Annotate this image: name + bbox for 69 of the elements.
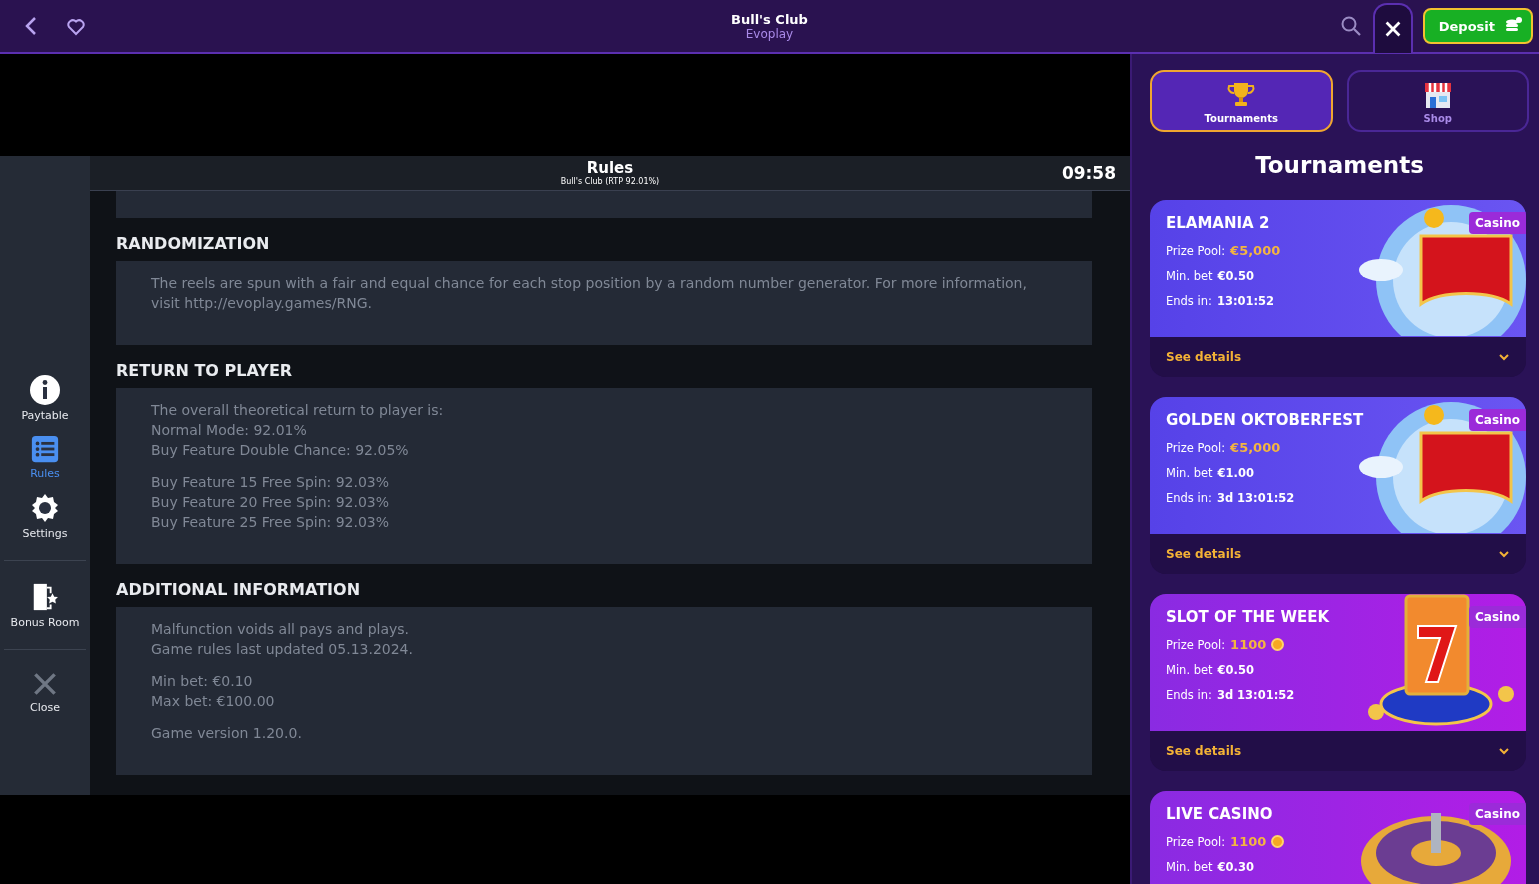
menu-item[interactable]: Rules [1, 428, 89, 486]
min-bet-value: €1.00 [1217, 466, 1254, 480]
casino-badge: Casino [1469, 409, 1526, 431]
clock-time: 09:58 [1061, 163, 1116, 183]
tournament-title: ELAMANIA 2 [1166, 214, 1270, 232]
rule-text: Buy Feature 20 Free Spin: 92.03% [151, 493, 391, 512]
provider-name: Evoplay [745, 26, 794, 41]
prize-value: €5,000 [1230, 243, 1281, 258]
menu-item[interactable]: Bonus Room [1, 575, 89, 635]
min-bet-label: Min. bet [1166, 663, 1213, 677]
chevron-down-icon [1498, 548, 1510, 560]
menu-item[interactable]: Paytable [1, 368, 89, 428]
section-heading: RETURN TO PLAYER [116, 361, 294, 380]
ends-label: Ends in: [1166, 688, 1212, 702]
min-bet-value: €0.50 [1217, 269, 1254, 283]
chevron-down-icon [1498, 745, 1510, 757]
prize-label: Prize Pool: [1166, 440, 1226, 455]
rule-text: Min bet: €0.10 [151, 672, 254, 691]
ends-value: 13:01:52 [1216, 294, 1275, 308]
prize-label: Prize Pool: [1166, 637, 1226, 652]
info-icon [29, 374, 61, 406]
casino-badge: Casino [1469, 803, 1526, 825]
prize-value: €5,000 [1230, 440, 1281, 455]
rule-text: Normal Mode: 92.01% [151, 421, 308, 440]
panel-tab[interactable]: Shop [1346, 70, 1529, 132]
rule-text: Max bet: €100.00 [151, 692, 276, 711]
min-bet-value: €0.50 [1217, 663, 1254, 677]
prize-value: 1100 [1230, 834, 1267, 849]
menu-item[interactable]: Settings [1, 486, 89, 546]
panel-tab[interactable]: Tournaments [1150, 70, 1333, 132]
chevron-down-icon [1498, 351, 1510, 363]
tournament-title: GOLDEN OKTOBERFEST [1166, 411, 1364, 429]
rules-title: Rules [586, 160, 634, 177]
ends-label: Ends in: [1166, 294, 1212, 308]
rule-text: Game rules last updated 05.13.2024. [151, 640, 414, 659]
tournament-card[interactable]: LIVE CASINO Prize Pool: 1100 Min. bet €0.30 Casino [1150, 791, 1526, 884]
game-title: Bull's Club [731, 11, 808, 27]
section-heading: ADDITIONAL INFORMATION [116, 580, 362, 599]
tournament-title: SLOT OF THE WEEK [1166, 608, 1330, 626]
close-icon [31, 670, 59, 698]
rule-text: Malfunction voids all pays and plays. [151, 620, 411, 639]
tournament-card[interactable]: ELAMANIA 2 Prize Pool: €5,000 Min. bet €0.50 Ends in: 13:01:52 Casino See details [1150, 200, 1526, 377]
min-bet-label: Min. bet [1166, 860, 1213, 874]
min-bet-label: Min. bet [1166, 466, 1213, 480]
prize-label: Prize Pool: [1166, 243, 1226, 258]
rules-subtitle: Bull's Club (RTP 92.01%) [560, 177, 660, 186]
ends-label: Ends in: [1166, 491, 1212, 505]
prize-value: 1100 [1230, 637, 1267, 652]
min-bet-value: €0.30 [1217, 860, 1254, 874]
min-bet-label: Min. bet [1166, 269, 1213, 283]
list-icon [30, 434, 60, 464]
rule-text: Buy Feature Double Chance: 92.05% [151, 441, 410, 460]
casino-badge: Casino [1469, 212, 1526, 234]
rule-text: Buy Feature 15 Free Spin: 92.03% [151, 473, 391, 492]
menu-item[interactable]: Close [1, 664, 89, 720]
tournament-title: LIVE CASINO [1166, 805, 1273, 823]
rule-text: Game version 1.20.0. [151, 724, 303, 743]
prize-label: Prize Pool: [1166, 834, 1226, 849]
tournament-card[interactable]: SLOT OF THE WEEK Prize Pool: 1100 Min. bet €0.50 Ends in: 3d 13:01:52 Casino See details [1150, 594, 1526, 771]
tournament-card[interactable]: GOLDEN OKTOBERFEST Prize Pool: €5,000 Min. bet €1.00 Ends in: 3d 13:01:52 Casino See details [1150, 397, 1526, 574]
ends-value: 3d 13:01:52 [1216, 688, 1295, 702]
casino-badge: Casino [1469, 606, 1526, 628]
rule-text: Buy Feature 25 Free Spin: 92.03% [151, 513, 391, 532]
close-button[interactable] [1372, 3, 1413, 53]
ends-value: 3d 13:01:52 [1216, 491, 1295, 505]
panel-title: Tournaments [1254, 152, 1425, 178]
rule-text: The reels are spun with a fair and equal chance for each stop position by a random number generator. For more information, visit http://evoplay.games/RNG. [151, 274, 1028, 313]
section-heading: RANDOMIZATION [116, 234, 271, 253]
rule-text: The overall theoretical return to player is: [151, 401, 445, 420]
